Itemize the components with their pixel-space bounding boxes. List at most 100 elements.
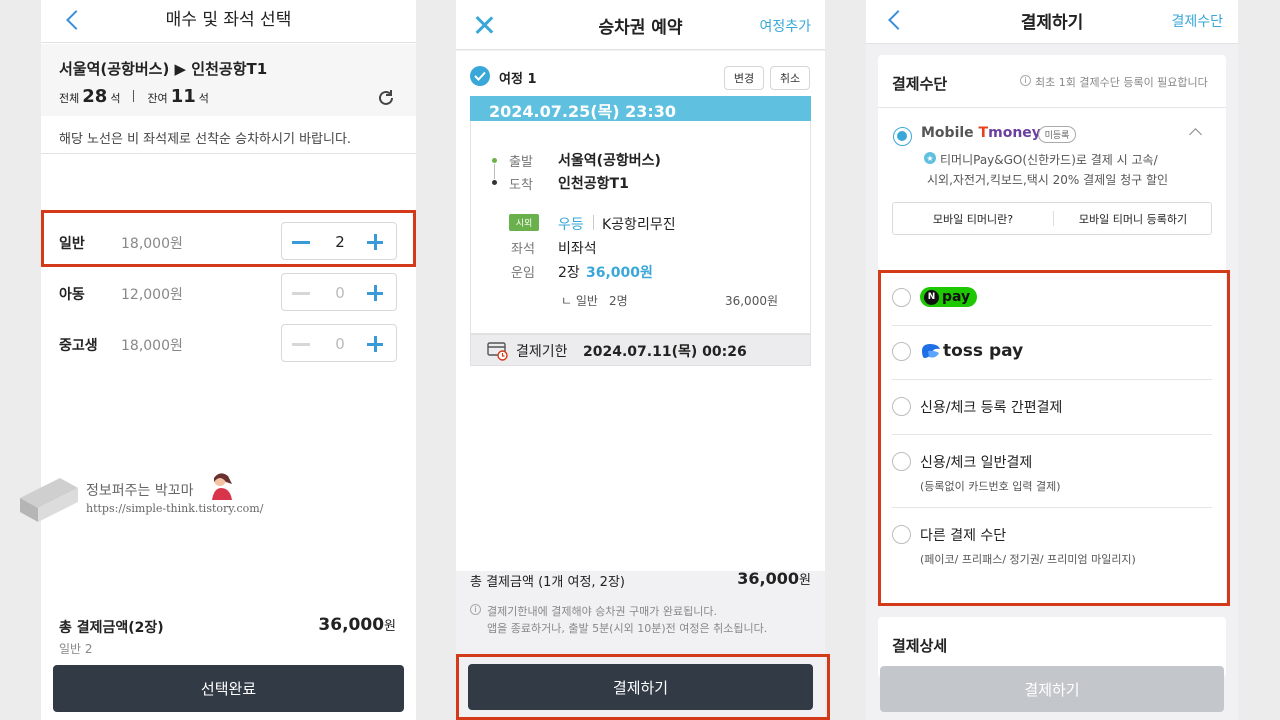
fare-row-adult: 일반 18,000원 2 xyxy=(41,217,416,267)
tmoney-register-button[interactable]: 모바일 티머니 등록하기 xyxy=(1053,203,1213,234)
toss-logo-icon xyxy=(922,344,940,358)
npay-radio[interactable] xyxy=(892,288,911,307)
notice-line: 앱을 종료하거나, 출발 5분(시외 10분)전 여정은 취소됩니다. xyxy=(487,622,768,635)
route-line xyxy=(494,164,495,179)
fare-amount: 36,000원 xyxy=(586,265,653,281)
arrive-label: 도착 xyxy=(509,178,533,193)
seat-notice: 해당 노선은 비 좌석제로 선착순 승차하시기 바랍니다. xyxy=(41,116,416,154)
edit-button[interactable]: 변경 xyxy=(724,66,764,90)
payment-method-section: 결제수단 i 최초 1회 결제수단 등록이 필요합니다 Mobile Tmone… xyxy=(878,55,1226,605)
payment-method-link[interactable]: 결제수단 xyxy=(1171,11,1223,31)
currency-unit: 원 xyxy=(799,573,811,588)
total-amount-detail: 일반 2 xyxy=(59,642,93,656)
payment-deadline: 결제기한 2024.07.11(목) 00:26 xyxy=(470,334,811,366)
npay-logo: N pay xyxy=(920,287,977,307)
girl-avatar-icon xyxy=(212,473,232,500)
route-summary: 서울역(공항버스) ▶ 인천공항T1 전체 28 석 잔여 11 석 xyxy=(41,44,416,116)
npay-n-icon: N xyxy=(924,289,939,305)
payment-screen: 결제하기 결제수단 결제수단 i 최초 1회 결제수단 등록이 필요합니다 Mo… xyxy=(866,0,1238,720)
other-method-sub: (페이코/ 프리패스/ 정기권/ 프리미엄 마일리지) xyxy=(920,553,1136,566)
brand-text: money xyxy=(988,125,1041,141)
brand-text: T xyxy=(978,125,989,141)
select-complete-button[interactable]: 선택완료 xyxy=(53,665,404,712)
fare-row-youth: 중고생 18,000원 0 xyxy=(41,319,416,369)
fare-label: 중고생 xyxy=(59,338,98,354)
notice-line: 결제기한내에 결제해야 승차권 구매가 완료됩니다. xyxy=(487,605,718,618)
section-note: 최초 1회 결제수단 등록이 필요합니다 xyxy=(1035,76,1208,89)
tosspay-radio[interactable] xyxy=(892,342,911,361)
page-title: 매수 및 좌석 선택 xyxy=(165,9,292,30)
ticket-reservation-screen: 승차권 예약 여정추가 여정 1 변경 취소 2024.07.25(목) 23:… xyxy=(456,0,825,720)
star-icon: ★ xyxy=(924,152,936,164)
pay-button[interactable]: 결제하기 xyxy=(468,664,813,710)
trip-detail-box: 출발 서울역(공항버스) 도착 인천공항T1 시외 우등 K공항리무진 좌석 비… xyxy=(470,121,811,334)
plus-icon xyxy=(374,336,377,352)
header: 매수 및 좌석 선택 xyxy=(41,0,416,43)
divider xyxy=(892,325,1212,326)
description-line: 티머니Pay&GO(신한카드)로 결제 시 고속/ xyxy=(940,153,1158,167)
tmoney-buttons: 모바일 티머니란? 모바일 티머니 등록하기 xyxy=(892,202,1212,235)
bus-company: K공항리무진 xyxy=(602,217,676,233)
unregistered-badge: 미등록 xyxy=(1038,126,1076,143)
seat-count: 전체 28 석 잔여 11 석 xyxy=(59,86,209,107)
description-line: 시외,자전거,킥보드,택시 20% 결제일 청구 할인 xyxy=(927,173,1169,187)
payment-notice: 결제기한내에 결제해야 승차권 구매가 완료됩니다. 앱을 종료하거나, 출발 … xyxy=(487,603,767,637)
seat-value: 비좌석 xyxy=(558,241,597,257)
fare-sub-count: 2명 xyxy=(609,294,628,308)
total-seat-label: 전체 xyxy=(59,92,80,105)
npay-text: pay xyxy=(942,289,971,305)
bus-grade: 우등 xyxy=(558,217,584,233)
brand-text: Mobile xyxy=(921,125,979,141)
arrive-station: 인천공항T1 xyxy=(558,176,629,192)
cancel-button[interactable]: 취소 xyxy=(770,66,810,90)
tmoney-info-button[interactable]: 모바일 티머니란? xyxy=(893,203,1053,234)
fare-row-child: 아동 12,000원 0 xyxy=(41,268,416,318)
divider xyxy=(878,107,1226,108)
remain-seat-label: 잔여 xyxy=(147,92,168,105)
total-amount-label: 총 결제금액(2장) xyxy=(59,620,164,636)
info-icon: i xyxy=(470,604,481,615)
add-trip-link[interactable]: 여정추가 xyxy=(759,16,811,36)
header: 결제하기 결제수단 xyxy=(866,0,1238,44)
trip-label: 여정 1 xyxy=(499,72,537,87)
quantity-stepper-child[interactable]: 0 xyxy=(281,273,397,311)
fare-sub-amount: 36,000원 xyxy=(724,294,778,308)
refresh-icon[interactable] xyxy=(376,88,396,108)
total-amount: 36,000 원 xyxy=(318,615,396,635)
quantity-stepper-adult[interactable]: 2 xyxy=(281,222,397,260)
card-normal-label[interactable]: 신용/체크 일반결제 xyxy=(920,452,1032,472)
fare-sub-label: ㄴ 일반 xyxy=(561,294,598,308)
depart-station: 서울역(공항버스) xyxy=(558,153,661,169)
pay-button-disabled[interactable]: 결제하기 xyxy=(880,666,1224,712)
fare-price: 12,000원 xyxy=(121,287,183,303)
fare-price: 18,000원 xyxy=(121,236,183,252)
card-easy-radio[interactable] xyxy=(892,397,911,416)
quantity-stepper-youth[interactable]: 0 xyxy=(281,324,397,362)
card-normal-radio[interactable] xyxy=(892,452,911,471)
other-method-label[interactable]: 다른 결제 수단 xyxy=(920,525,1006,545)
total-amount-label: 총 결제금액 (1개 여정, 2장) xyxy=(470,575,625,590)
trip-card-area: 여정 1 변경 취소 2024.07.25(목) 23:30 출발 서울역(공항… xyxy=(456,51,825,571)
watermark-logo-icon xyxy=(20,478,78,522)
fare-count: 2장 xyxy=(558,265,580,281)
check-circle-icon[interactable] xyxy=(470,66,490,86)
total-amount-value: 36,000 xyxy=(737,569,800,588)
deadline-value: 2024.07.11(목) 00:26 xyxy=(583,344,747,360)
total-amount: 36,000 원 xyxy=(737,569,811,588)
card-normal-sub: (등록없이 카드번호 입력 결제) xyxy=(920,480,1061,493)
header: 승차권 예약 여정추가 xyxy=(456,0,825,50)
watermark-url: https://simple-think.tistory.com/ xyxy=(86,502,264,515)
divider xyxy=(593,215,594,230)
chevron-up-icon[interactable] xyxy=(1189,128,1202,141)
other-method-radio[interactable] xyxy=(892,525,911,544)
watermark: 정보퍼주는 박꼬마 https://simple-think.tistory.c… xyxy=(18,468,268,528)
seat-unit: 석 xyxy=(198,92,209,105)
seat-selection-screen: 매수 및 좌석 선택 서울역(공항버스) ▶ 인천공항T1 전체 28 석 잔여… xyxy=(41,0,416,720)
fare-label: 운임 xyxy=(511,266,535,281)
card-easy-label[interactable]: 신용/체크 등록 간편결제 xyxy=(920,397,1062,417)
total-amount-value: 36,000 xyxy=(318,615,385,635)
divider xyxy=(892,379,1212,380)
tmoney-radio[interactable] xyxy=(893,127,912,146)
tosspay-text: toss pay xyxy=(943,341,1024,361)
tmoney-description: 티머니Pay&GO(신한카드)로 결제 시 고속/ 시외,자전거,킥보드,택시 … xyxy=(927,150,1168,190)
